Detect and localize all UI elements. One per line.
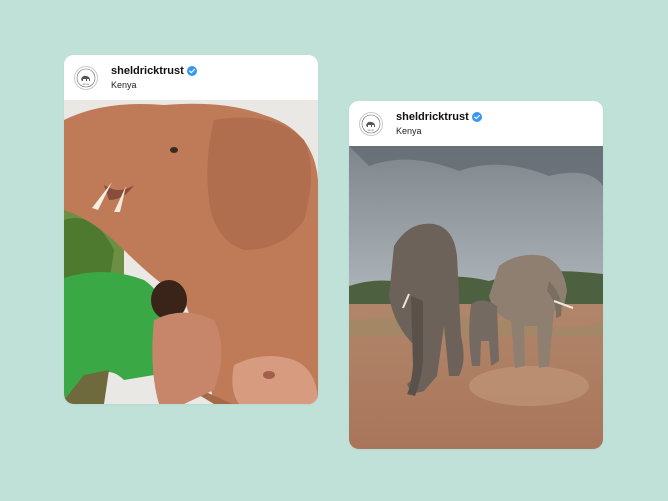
post-photo[interactable]	[349, 146, 603, 449]
post-location[interactable]: Kenya	[111, 80, 137, 90]
elephant-keeper-photo	[64, 100, 318, 404]
verified-badge-icon	[186, 66, 197, 76]
post-card-2: TRUST sheldricktrust Kenya	[349, 101, 603, 449]
post-header: TRUST sheldricktrust Kenya	[349, 101, 603, 146]
post-header: TRUST sheldricktrust Kenya	[64, 55, 318, 100]
trust-logo-icon: TRUST	[76, 68, 96, 88]
username-text[interactable]: sheldricktrust	[396, 111, 469, 123]
verified-badge-icon	[471, 112, 482, 122]
post-photo[interactable]	[64, 100, 318, 404]
username[interactable]: sheldricktrust	[396, 111, 482, 123]
trust-logo-icon: TRUST	[361, 114, 381, 134]
username-text[interactable]: sheldricktrust	[111, 65, 184, 77]
post-location[interactable]: Kenya	[396, 126, 422, 136]
post-card-1: TRUST sheldricktrust Kenya	[64, 55, 318, 404]
profile-avatar[interactable]: TRUST	[74, 66, 98, 90]
elephant-herd-photo	[349, 146, 603, 449]
username[interactable]: sheldricktrust	[111, 65, 197, 77]
svg-text:TRUST: TRUST	[367, 130, 375, 132]
profile-avatar[interactable]: TRUST	[359, 112, 383, 136]
svg-text:TRUST: TRUST	[82, 84, 90, 86]
